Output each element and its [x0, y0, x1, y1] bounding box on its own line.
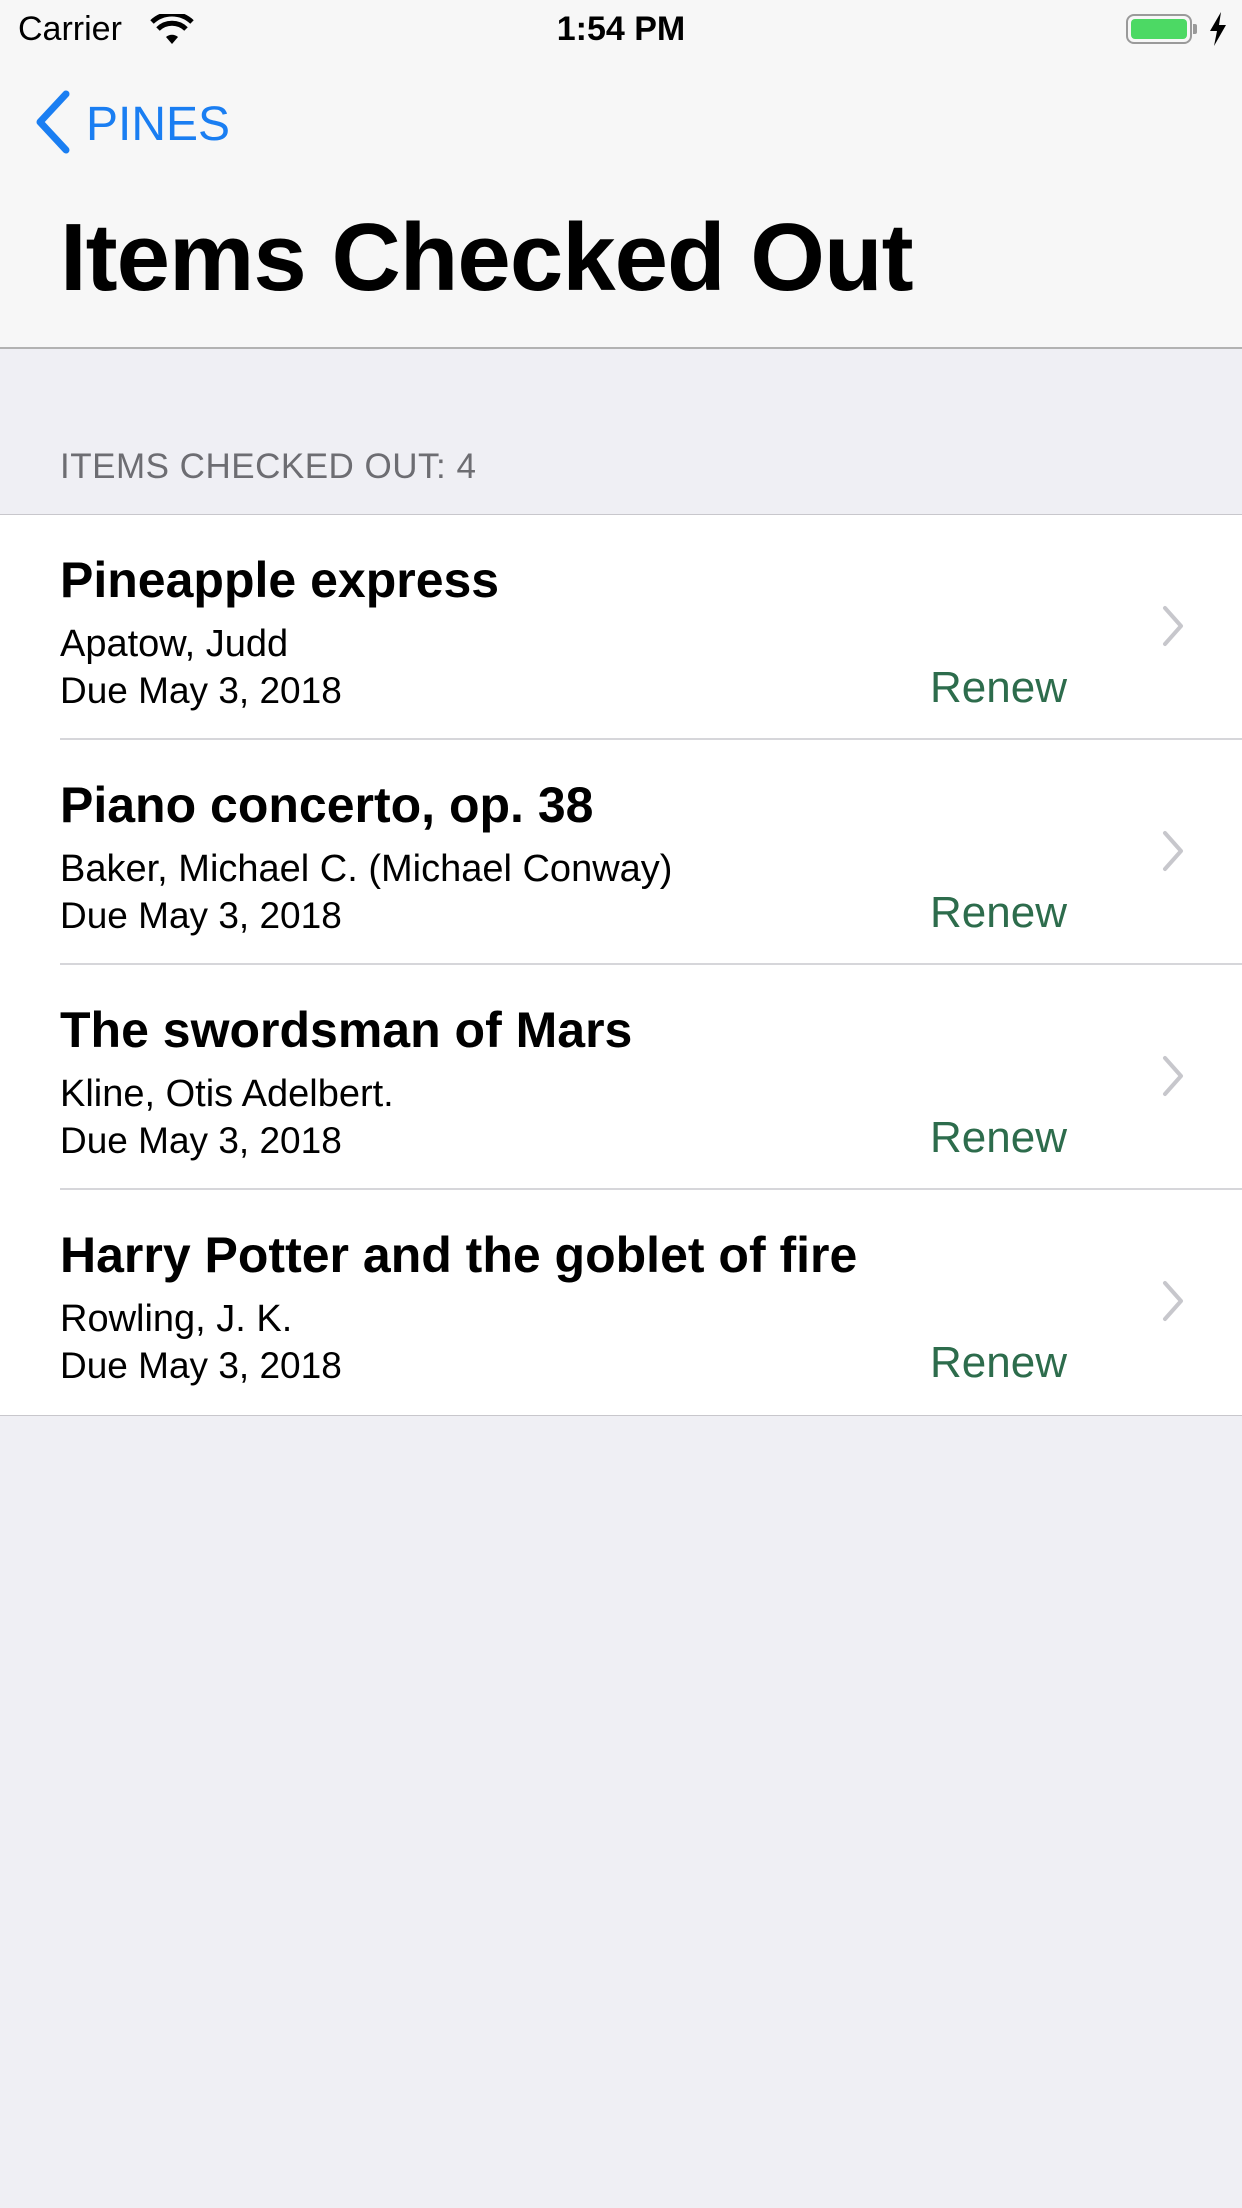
- renew-button[interactable]: Renew: [930, 1338, 1067, 1388]
- chevron-right-icon: [1162, 830, 1184, 877]
- item-title: Pineapple express: [60, 552, 500, 608]
- list-item[interactable]: The swordsman of Mars Kline, Otis Adelbe…: [0, 965, 1242, 1190]
- item-author: Kline, Otis Adelbert.: [60, 1073, 394, 1115]
- navigation-bar: PINES Items Checked Out: [0, 60, 1242, 349]
- chevron-right-icon: [1162, 1280, 1184, 1327]
- renew-button[interactable]: Renew: [930, 888, 1067, 938]
- item-due-date: Due May 3, 2018: [60, 1345, 342, 1386]
- chevron-right-icon: [1162, 605, 1184, 652]
- item-due-date: Due May 3, 2018: [60, 1120, 342, 1161]
- list-item[interactable]: Pineapple express Apatow, Judd Due May 3…: [0, 515, 1242, 740]
- page-title: Items Checked Out: [60, 204, 914, 311]
- item-due-date: Due May 3, 2018: [60, 895, 342, 936]
- clock: 1:54 PM: [556, 10, 686, 48]
- back-button[interactable]: PINES: [34, 90, 231, 159]
- renew-button[interactable]: Renew: [930, 663, 1067, 713]
- item-title: Harry Potter and the goblet of fire: [60, 1227, 858, 1283]
- section-header: ITEMS CHECKED OUT: 4: [60, 447, 477, 486]
- list-item[interactable]: Harry Potter and the goblet of fire Rowl…: [0, 1190, 1242, 1415]
- item-due-date: Due May 3, 2018: [60, 670, 342, 711]
- charging-bolt-icon: [1208, 12, 1228, 51]
- checked-out-list: Pineapple express Apatow, Judd Due May 3…: [0, 514, 1242, 1416]
- back-label: PINES: [86, 97, 231, 151]
- renew-button[interactable]: Renew: [930, 1113, 1067, 1163]
- chevron-right-icon: [1162, 1055, 1184, 1102]
- battery-icon: [1126, 14, 1197, 44]
- status-bar: Carrier 1:54 PM: [0, 0, 1242, 60]
- item-author: Apatow, Judd: [60, 623, 289, 665]
- chevron-left-icon: [34, 90, 72, 159]
- item-title: Piano concerto, op. 38: [60, 777, 594, 833]
- item-author: Rowling, J. K.: [60, 1298, 293, 1340]
- list-item[interactable]: Piano concerto, op. 38 Baker, Michael C.…: [0, 740, 1242, 965]
- item-author: Baker, Michael C. (Michael Conway): [60, 848, 673, 890]
- item-title: The swordsman of Mars: [60, 1002, 633, 1058]
